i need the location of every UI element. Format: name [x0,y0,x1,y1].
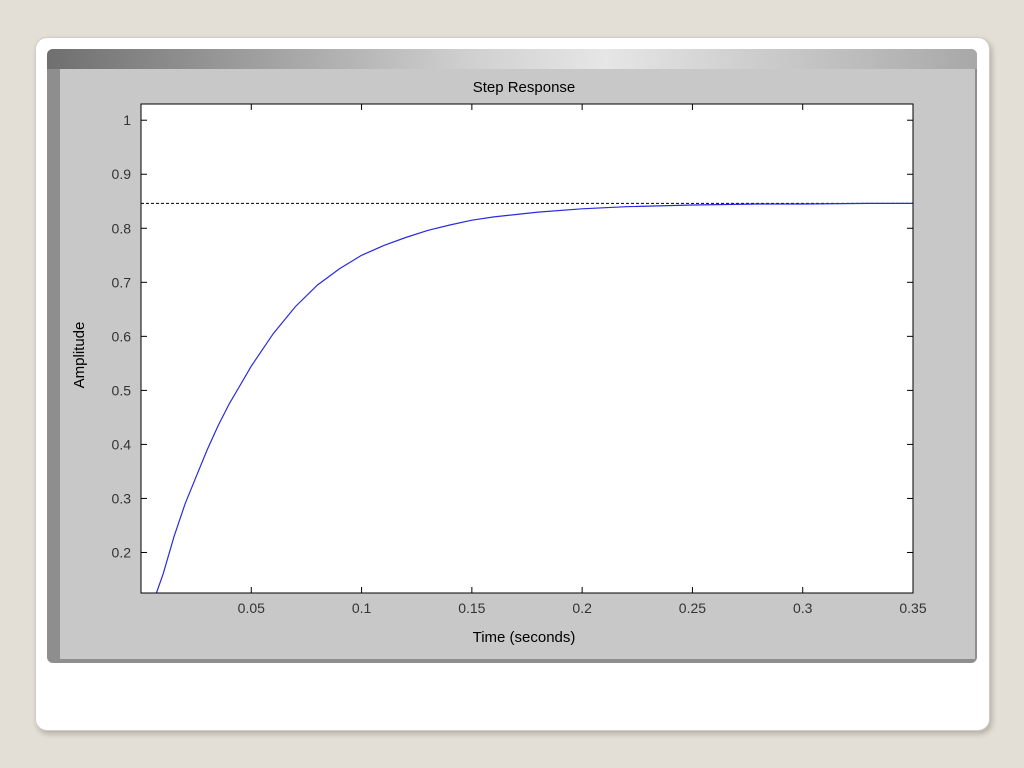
chart-title: Step Response [473,79,576,96]
x-tick-label: 0.35 [899,600,926,616]
x-tick-label: 0.15 [458,600,485,616]
x-tick-label: 0.1 [352,600,372,616]
y-tick-label: 1 [123,112,131,128]
x-axis-label: Time (seconds) [473,629,576,646]
y-tick-label: 0.4 [112,436,132,452]
y-tick-label: 0.7 [112,274,132,290]
y-tick-label: 0.3 [112,490,132,506]
y-tick-label: 0.9 [112,166,132,182]
y-tick-label: 0.5 [112,382,132,398]
x-tick-label: 0.3 [793,600,813,616]
y-axis-label: Amplitude [71,322,88,389]
x-tick-label: 0.25 [679,600,706,616]
y-tick-label: 0.6 [112,328,132,344]
x-tick-label: 0.2 [572,600,592,616]
x-tick-label: 0.05 [238,600,265,616]
y-tick-label: 0.2 [112,544,132,560]
y-tick-label: 0.8 [112,220,132,236]
step-response-chart: 0.05 0.1 0.15 0.2 0.25 0.3 0.35 0.2 0.3 0.4 0.5 0.6… [71,79,927,646]
axes-background [141,104,913,593]
